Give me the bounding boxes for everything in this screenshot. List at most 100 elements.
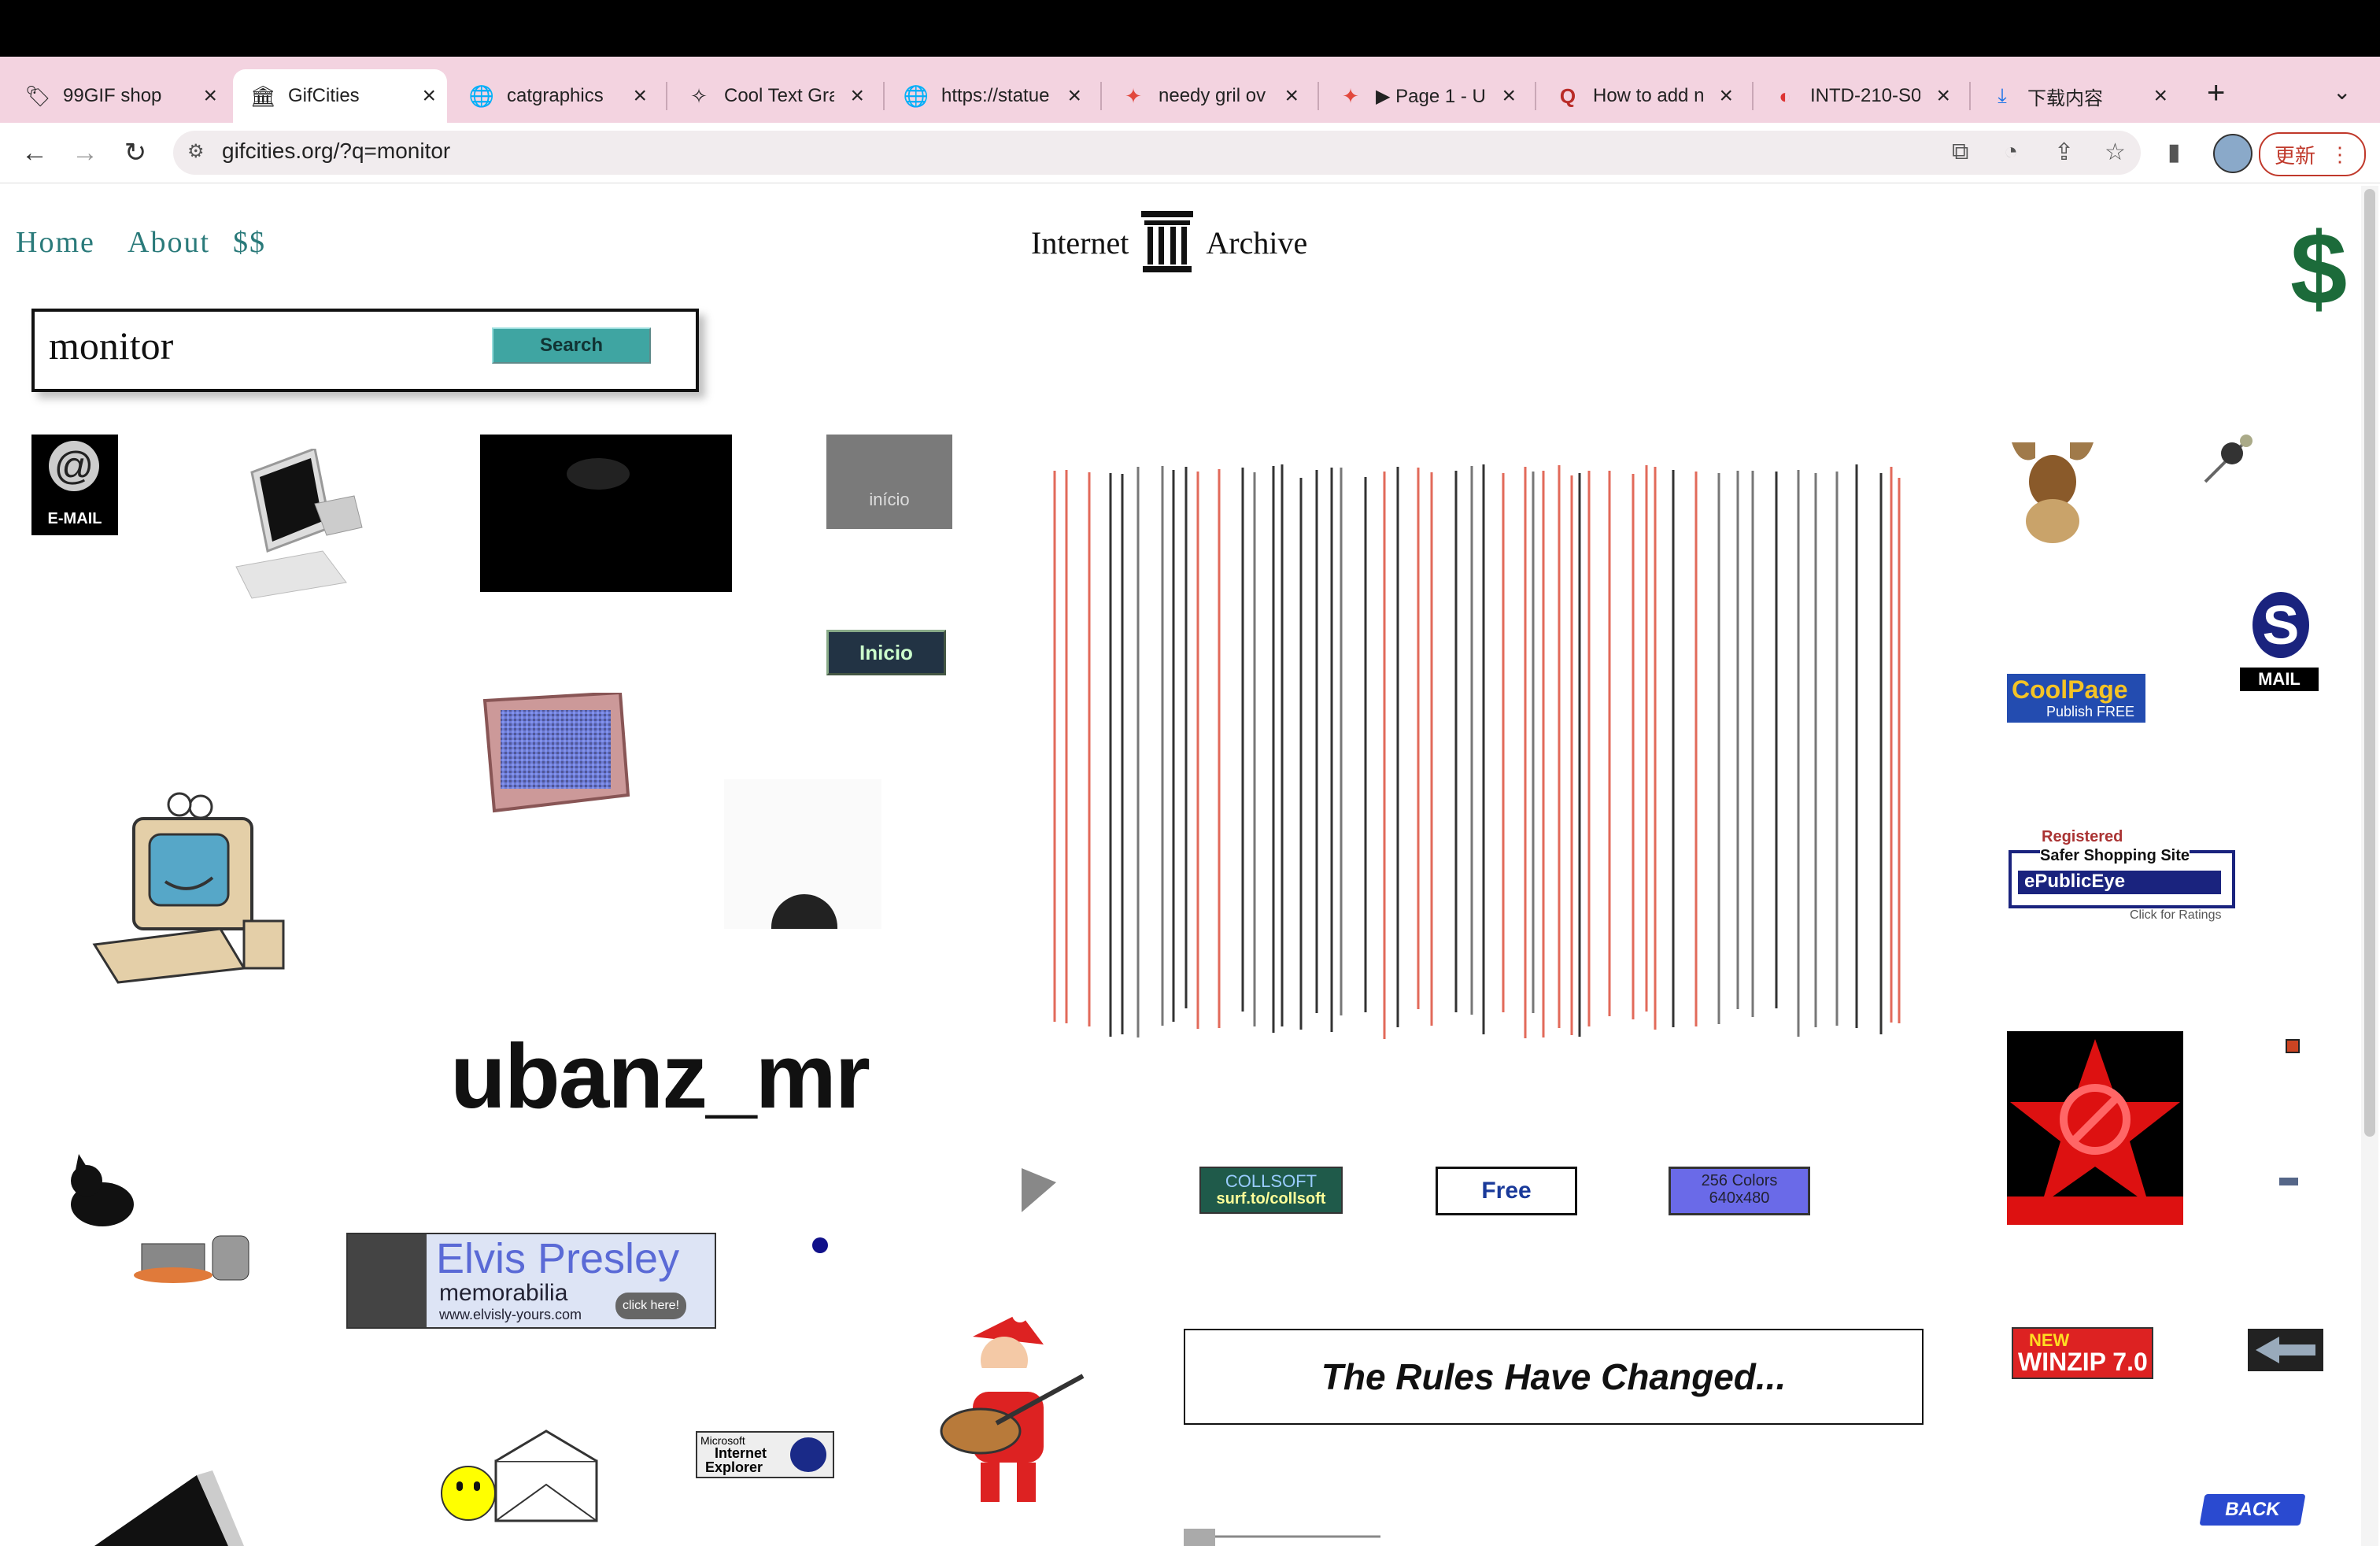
more-menu-icon[interactable]: ⋮ <box>2330 142 2350 167</box>
tab-gifcities[interactable]: 🏛 GifCities × <box>233 69 447 123</box>
epubliceye-banner-gif[interactable]: Registered Safer Shopping Site ePublicEy… <box>2007 827 2240 927</box>
tab-search-chevron-icon[interactable]: ⌄ <box>2333 79 2351 105</box>
profile-avatar[interactable] <box>2213 134 2252 173</box>
nav-about-link[interactable]: About <box>128 225 210 260</box>
tab-needy-gril[interactable]: ✦ needy gril ov × <box>1103 69 1310 123</box>
side-panel-icon[interactable]: ▮ <box>2168 139 2181 166</box>
figma-icon: ✦ <box>1342 83 1359 108</box>
tab-page-1[interactable]: ✦ ▶ Page 1 - U × <box>1321 69 1527 123</box>
tab-separator <box>1100 82 1102 110</box>
performance-icon[interactable]: ◔ <box>2004 139 2018 165</box>
url-text[interactable]: gifcities.org/?q=monitor <box>222 139 450 164</box>
internet-archive-logo[interactable]: Internet Archive <box>1031 211 1307 274</box>
close-icon[interactable]: × <box>422 83 436 109</box>
tab-separator <box>1752 82 1754 110</box>
barcode-lines-gif[interactable] <box>1039 457 1920 1063</box>
forward-arrow-icon[interactable]: → <box>66 134 104 172</box>
close-icon[interactable]: × <box>1719 83 1733 109</box>
mail-logo-gif[interactable]: S MAIL <box>2240 592 2319 693</box>
globe-icon: 🌐 <box>903 83 929 108</box>
update-button[interactable]: 更新 ⋮ <box>2259 132 2366 176</box>
inicio-button-gif[interactable]: Inicio <box>826 630 946 675</box>
webcam-gif[interactable] <box>724 779 881 929</box>
new-tab-button[interactable]: + <box>2207 76 2225 111</box>
partial-gif-bottom[interactable] <box>1184 1522 1388 1546</box>
close-icon[interactable]: × <box>203 83 217 109</box>
256-colors-banner-gif[interactable]: 256 Colors 640x480 <box>1669 1167 1810 1215</box>
envelope-gif[interactable] <box>494 1429 600 1524</box>
dark-monitor-gif[interactable] <box>480 435 732 592</box>
site-info-icon[interactable]: ⚙ <box>187 140 205 163</box>
search-button[interactable]: Search <box>492 327 651 364</box>
internet-explorer-gif[interactable]: Microsoft Internet Explorer <box>696 1431 834 1478</box>
back-arrow-icon[interactable]: ← <box>16 134 54 172</box>
typing-computer-gif[interactable] <box>87 787 291 984</box>
blue-dot-gif[interactable] <box>812 1237 828 1253</box>
partial-monitor-gif[interactable] <box>79 1459 283 1546</box>
tab-separator <box>666 82 667 110</box>
loading-icon: ◐ <box>1779 83 1791 108</box>
download-icon: ⤓ <box>1998 83 2007 107</box>
dark-arrow-gif[interactable] <box>2248 1329 2323 1371</box>
close-icon[interactable]: × <box>1502 83 1516 109</box>
tab-how-to-add[interactable]: Q How to add n × <box>1538 69 1744 123</box>
coolpage-banner-gif[interactable]: CoolPage Publish FREE <box>2007 674 2145 723</box>
ubanz-text-gif[interactable]: ubanz_mr <box>450 1023 870 1129</box>
archive-icon: 🏛 <box>249 83 276 108</box>
search-input[interactable]: monitor <box>49 323 173 368</box>
close-icon[interactable]: × <box>2153 83 2168 109</box>
back-button-gif[interactable]: BACK <box>2199 1494 2306 1526</box>
close-icon[interactable]: × <box>633 83 647 109</box>
reload-icon[interactable]: ↻ <box>116 134 154 172</box>
tab-separator <box>1318 82 1319 110</box>
share-icon[interactable]: ⇪ <box>2054 139 2074 166</box>
svg-text:$: $ <box>2290 217 2347 320</box>
free-banner-gif[interactable]: Free <box>1436 1167 1577 1215</box>
close-icon[interactable]: × <box>1067 83 1081 109</box>
close-icon[interactable]: × <box>1936 83 1950 109</box>
computer-monitor-gif[interactable] <box>228 449 378 606</box>
rules-changed-banner-gif[interactable]: The Rules Have Changed... <box>1184 1329 1924 1425</box>
tiny-blue-dash-gif[interactable] <box>2279 1178 2298 1185</box>
scrollbar-thumb[interactable] <box>2364 189 2375 1137</box>
tiny-red-square-gif[interactable] <box>2286 1039 2300 1053</box>
window-top-bar <box>0 0 2380 57</box>
bookmark-star-icon[interactable]: ☆ <box>2105 139 2126 166</box>
address-bar[interactable] <box>173 131 2141 175</box>
ie-globe-icon <box>790 1437 826 1472</box>
nav-donate-link[interactable]: $$ <box>233 225 266 260</box>
smiley-face-gif[interactable] <box>441 1466 496 1521</box>
tab-99gif-shop[interactable]: 🏷 99GIF shop × <box>8 69 228 123</box>
santa-guitar-gif[interactable] <box>926 1313 1099 1510</box>
quora-icon: Q <box>1559 83 1576 108</box>
moose-gif[interactable] <box>2004 435 2101 545</box>
inicio-gray-gif[interactable]: início <box>826 435 952 529</box>
tab-catgraphics[interactable]: 🌐 catgraphics × <box>452 69 658 123</box>
figma-icon: ✦ <box>1125 83 1142 108</box>
tab-separator <box>1969 82 1971 110</box>
satellite-gif[interactable] <box>2201 433 2256 488</box>
winzip-banner-gif[interactable]: NEW WINZIP 7.0 <box>2012 1327 2153 1379</box>
collsoft-banner-gif[interactable]: COLLSOFT surf.to/collsoft <box>1199 1167 1343 1214</box>
close-icon[interactable]: × <box>1284 83 1299 109</box>
red-star-no-gif[interactable] <box>2007 1031 2183 1225</box>
archive-building-icon <box>1141 211 1194 272</box>
email-gif[interactable]: @ E-MAIL <box>31 435 118 535</box>
tab-cool-text[interactable]: ✧ Cool Text Gra × <box>669 69 875 123</box>
cat-computer-gif[interactable] <box>55 1149 260 1291</box>
static-tv-gif[interactable] <box>479 693 636 819</box>
elvis-photo <box>348 1234 427 1327</box>
globe-icon: 🌐 <box>468 83 495 108</box>
tab-separator <box>883 82 885 110</box>
play-arrow-gif[interactable] <box>1022 1168 1056 1216</box>
price-tag-icon: 🏷 <box>24 83 51 108</box>
elvis-presley-banner-gif[interactable]: Elvis Presley memorabilia www.elvisly-yo… <box>346 1233 716 1329</box>
tab-statue[interactable]: 🌐 https://statue × <box>886 69 1092 123</box>
tab-downloads[interactable]: ⤓ 下载内容 × <box>1972 69 2179 123</box>
at-sign-icon: @ <box>49 441 99 491</box>
close-icon[interactable]: × <box>850 83 864 109</box>
nav-home-link[interactable]: Home <box>16 225 95 260</box>
dollar-sign-gif[interactable]: $ <box>2282 211 2369 326</box>
tab-intd[interactable]: ◐ INTD-210-S0 × <box>1755 69 1961 123</box>
translate-icon[interactable]: ⧉ <box>1952 139 1968 165</box>
